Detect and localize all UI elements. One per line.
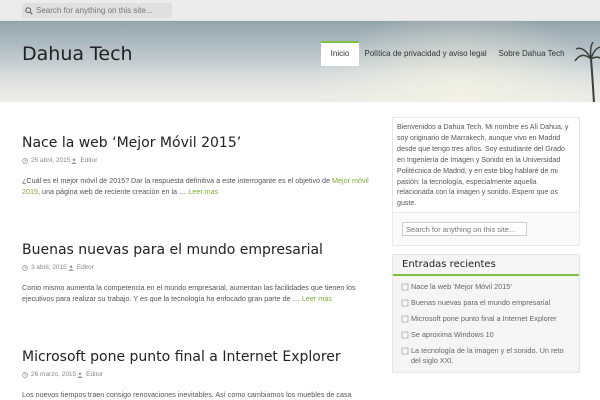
top-search-box[interactable]: [22, 3, 172, 18]
post-author[interactable]: Editor: [77, 264, 94, 271]
post-title[interactable]: Microsoft pone punto final a Internet Ex…: [22, 349, 378, 365]
recent-post-item[interactable]: Se aproxima Windows 10: [401, 328, 571, 344]
top-bar: [0, 0, 600, 21]
recent-post-item[interactable]: Microsoft pone punto final a Internet Ex…: [401, 312, 571, 328]
recent-posts-widget: Entradas recientes Nace la web ‘Mejor Mó…: [392, 254, 580, 373]
search-icon: [22, 6, 36, 15]
user-icon: [77, 371, 84, 378]
post-excerpt: Los nuevos tiempos traen consigo renovac…: [22, 390, 352, 399]
post-article: Nace la web ‘Mejor Móvil 2015’ 25 abril,…: [22, 135, 378, 198]
intro-text: Bienvenidos a Dahua Tech. Mi nombre es A…: [397, 123, 569, 208]
post-author[interactable]: Editor: [80, 157, 97, 164]
bullet-icon: [401, 283, 409, 291]
site-header: Dahua Tech Inicio Política de privacidad…: [0, 21, 600, 102]
main-nav: Inicio Política de privacidad y aviso le…: [321, 41, 571, 66]
nav-item-inicio[interactable]: Inicio: [321, 41, 359, 66]
post-meta: 26 marzo, 2015 Editor: [22, 371, 378, 378]
recent-posts-title: Entradas recientes: [393, 255, 579, 276]
calendar-icon: [22, 264, 29, 271]
recent-post-item[interactable]: Nace la web ‘Mejor Móvil 2015’: [401, 280, 571, 296]
post-article: Microsoft pone punto final a Internet Ex…: [22, 349, 378, 400]
read-more-link[interactable]: Leer mas: [302, 294, 332, 303]
post-title[interactable]: Nace la web ‘Mejor Móvil 2015’: [22, 135, 378, 151]
sidebar-intro: Bienvenidos a Dahua Tech. Mi nombre es A…: [392, 117, 580, 215]
calendar-icon: [22, 157, 29, 164]
nav-item-sobre[interactable]: Sobre Dahua Tech: [492, 41, 571, 66]
recent-post-item[interactable]: La tecnología de la imagen y el sonido. …: [401, 344, 571, 370]
post-excerpt: ¿Cuál es el mejor móvil de 2015? Dar la …: [22, 176, 369, 196]
sidebar-search-input[interactable]: [406, 224, 524, 234]
user-icon: [68, 264, 75, 271]
post-title[interactable]: Buenas nuevas para el mundo empresarial: [22, 242, 378, 258]
bullet-icon: [401, 315, 409, 323]
bullet-icon: [401, 299, 409, 307]
bullet-icon: [401, 331, 409, 339]
user-icon: [71, 157, 78, 164]
top-search-input[interactable]: [36, 6, 170, 15]
palm-tree-icon: [574, 41, 600, 102]
calendar-icon: [22, 371, 29, 378]
post-author[interactable]: Editor: [86, 371, 103, 378]
nav-item-privacidad[interactable]: Política de privacidad y aviso legal: [359, 41, 492, 66]
sidebar-search-box[interactable]: [402, 222, 527, 236]
site-title[interactable]: Dahua Tech: [22, 43, 133, 65]
post-meta: 3 abril, 2015 Editor: [22, 264, 378, 271]
recent-post-item[interactable]: Buenas nuevas para el mundo empresarial: [401, 296, 571, 312]
post-date[interactable]: 3 abril, 2015: [31, 264, 67, 271]
sidebar: Bienvenidos a Dahua Tech. Mi nombre es A…: [392, 117, 600, 373]
post-date[interactable]: 25 abril, 2015: [31, 157, 70, 164]
bullet-icon: [401, 347, 409, 355]
read-more-link[interactable]: Leer mas: [188, 187, 218, 196]
post-excerpt: Como mismo aumenta la competencia en el …: [22, 283, 356, 303]
recent-posts-list: Nace la web ‘Mejor Móvil 2015’ Buenas nu…: [393, 276, 579, 372]
post-date[interactable]: 26 marzo, 2015: [31, 371, 76, 378]
post-article: Buenas nuevas para el mundo empresarial …: [22, 242, 378, 305]
post-meta: 25 abril, 2015 Editor: [22, 157, 378, 164]
